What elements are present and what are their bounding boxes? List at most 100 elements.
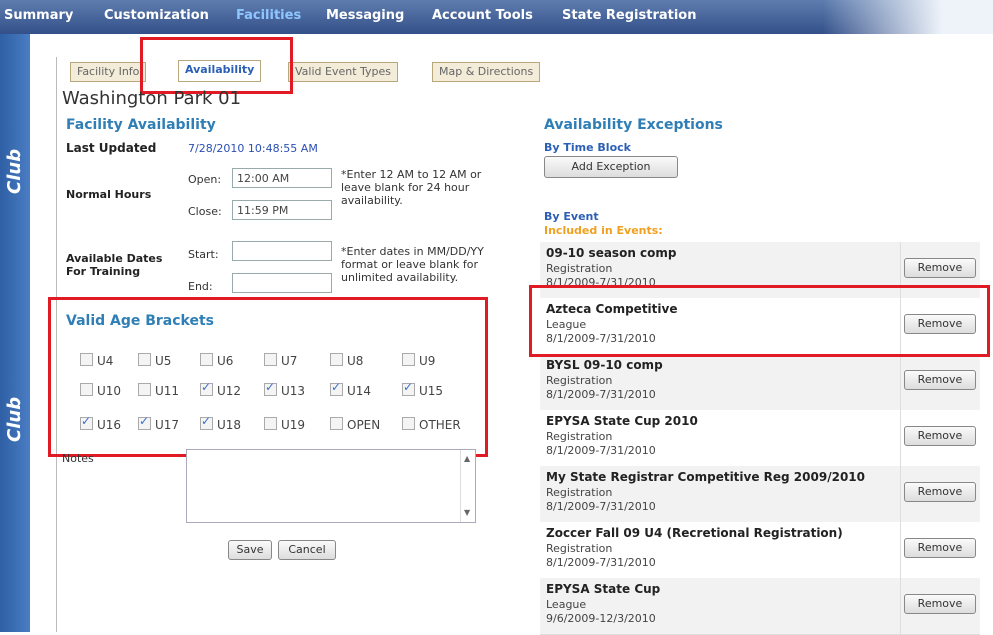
age-bracket-u13[interactable]: U13 — [264, 380, 305, 398]
event-name: BYSL 09-10 comp — [546, 358, 663, 372]
notes-scrollbar[interactable]: ▲ ▼ — [460, 450, 475, 522]
age-bracket-label: U14 — [347, 384, 372, 398]
age-bracket-label: U4 — [97, 354, 114, 368]
nav-summary[interactable]: Summary — [4, 8, 73, 23]
scroll-up-icon[interactable]: ▲ — [464, 454, 470, 463]
checkbox[interactable] — [330, 380, 343, 396]
checkbox[interactable] — [200, 353, 213, 366]
club-label-bottom: Club — [4, 396, 25, 442]
club-label-top: Club — [4, 148, 25, 194]
dates-hint: *Enter dates in MM/DD/YY format or leave… — [341, 245, 484, 284]
age-bracket-label: U19 — [281, 418, 306, 432]
checkbox[interactable] — [330, 353, 343, 366]
age-bracket-u11[interactable]: U11 — [138, 383, 179, 398]
remove-button[interactable]: Remove — [904, 594, 976, 614]
by-time-block-label: By Time Block — [544, 141, 631, 154]
exception-row: EPYSA State Cup 2010 Registration 8/1/2009… — [540, 410, 980, 467]
age-bracket-label: OPEN — [347, 418, 381, 432]
checkbox[interactable] — [264, 380, 277, 396]
checkbox[interactable] — [138, 414, 151, 430]
add-exception-button[interactable]: Add Exception — [544, 156, 678, 178]
save-button[interactable]: Save — [228, 540, 272, 560]
age-bracket-open[interactable]: OPEN — [330, 417, 380, 432]
available-dates-label: Available Dates For Training — [66, 252, 163, 278]
exception-row: EPYSA State Cup League 9/6/2009-12/3/2010 R… — [540, 578, 980, 635]
age-bracket-u4[interactable]: U4 — [80, 353, 113, 368]
exception-row: BYSL 09-10 comp Registration 8/1/2009-7/31… — [540, 354, 980, 411]
age-bracket-label: U16 — [97, 418, 122, 432]
age-bracket-u7[interactable]: U7 — [264, 353, 297, 368]
age-bracket-label: U7 — [281, 354, 298, 368]
event-dates: 8/1/2009-7/31/2010 — [546, 556, 656, 569]
nav-account-tools[interactable]: Account Tools — [432, 8, 533, 23]
remove-button[interactable]: Remove — [904, 538, 976, 558]
age-bracket-label: U18 — [217, 418, 242, 432]
highlight-azteca-row — [529, 285, 990, 357]
checkbox[interactable] — [80, 353, 93, 366]
tab-facility-info[interactable]: Facility Info — [70, 62, 147, 82]
checkbox[interactable] — [264, 353, 277, 366]
age-bracket-u19[interactable]: U19 — [264, 417, 305, 432]
checkbox[interactable] — [138, 383, 151, 396]
age-bracket-u18[interactable]: U18 — [200, 414, 242, 432]
nav-fade — [823, 0, 993, 34]
age-brackets-title: Valid Age Brackets — [66, 313, 215, 329]
tab-map-directions[interactable]: Map & Directions — [432, 62, 541, 82]
tab-valid-event-types[interactable]: Valid Event Types — [288, 62, 399, 82]
checkbox[interactable] — [402, 380, 415, 396]
club-sidebar: Club Club — [0, 34, 30, 632]
event-type: Registration — [546, 262, 613, 275]
remove-button[interactable]: Remove — [904, 482, 976, 502]
exception-row: Zoccer Fall 09 U4 (Recretional Registrat… — [540, 522, 980, 579]
row-divider — [900, 466, 901, 522]
row-divider — [900, 578, 901, 634]
open-time-field[interactable]: 12:00 AM — [232, 168, 332, 188]
nav-customization[interactable]: Customization — [104, 8, 209, 23]
event-dates: 9/6/2009-12/3/2010 — [546, 612, 656, 625]
age-bracket-u10[interactable]: U10 — [80, 383, 121, 398]
event-dates: 8/1/2009-7/31/2010 — [546, 388, 656, 401]
last-updated-value: 7/28/2010 10:48:55 AM — [188, 142, 318, 155]
checkbox[interactable] — [80, 383, 93, 396]
age-bracket-u14[interactable]: U14 — [330, 380, 372, 398]
cancel-button[interactable]: Cancel — [278, 540, 336, 560]
age-bracket-u15[interactable]: U15 — [402, 380, 444, 398]
checkbox[interactable] — [200, 414, 213, 430]
checkbox[interactable] — [80, 414, 93, 430]
age-bracket-u6[interactable]: U6 — [200, 353, 233, 368]
age-bracket-u9[interactable]: U9 — [402, 353, 435, 368]
checkbox[interactable] — [402, 353, 415, 366]
age-bracket-label: OTHER — [419, 418, 461, 432]
age-bracket-label: U15 — [419, 384, 444, 398]
age-bracket-u8[interactable]: U8 — [330, 353, 363, 368]
scroll-down-icon[interactable]: ▼ — [464, 508, 470, 517]
nav-messaging[interactable]: Messaging — [326, 8, 404, 23]
start-label: Start: — [188, 248, 219, 261]
age-bracket-u16[interactable]: U16 — [80, 414, 122, 432]
checkbox[interactable] — [200, 380, 213, 396]
row-divider — [900, 354, 901, 410]
checkbox[interactable] — [264, 417, 277, 430]
age-bracket-u17[interactable]: U17 — [138, 414, 179, 432]
start-date-field[interactable] — [232, 241, 332, 261]
checkbox[interactable] — [330, 417, 343, 430]
end-date-field[interactable] — [232, 273, 332, 293]
age-bracket-label: U10 — [97, 384, 122, 398]
age-bracket-u12[interactable]: U12 — [200, 380, 241, 398]
checkbox[interactable] — [138, 353, 151, 366]
event-dates: 8/1/2009-7/31/2010 — [546, 500, 656, 513]
event-type: Registration — [546, 542, 613, 555]
checkbox[interactable] — [402, 417, 415, 430]
close-label: Close: — [188, 205, 222, 218]
remove-button[interactable]: Remove — [904, 426, 976, 446]
age-bracket-label: U8 — [347, 354, 364, 368]
event-type: League — [546, 598, 587, 611]
age-bracket-u5[interactable]: U5 — [138, 353, 171, 368]
age-bracket-other[interactable]: OTHER — [402, 417, 461, 432]
nav-state-registration[interactable]: State Registration — [562, 8, 697, 23]
remove-button[interactable]: Remove — [904, 258, 976, 278]
close-time-field[interactable]: 11:59 PM — [232, 200, 332, 220]
notes-textarea[interactable]: ▲ ▼ — [186, 449, 476, 523]
nav-facilities[interactable]: Facilities — [236, 8, 301, 23]
remove-button[interactable]: Remove — [904, 370, 976, 390]
